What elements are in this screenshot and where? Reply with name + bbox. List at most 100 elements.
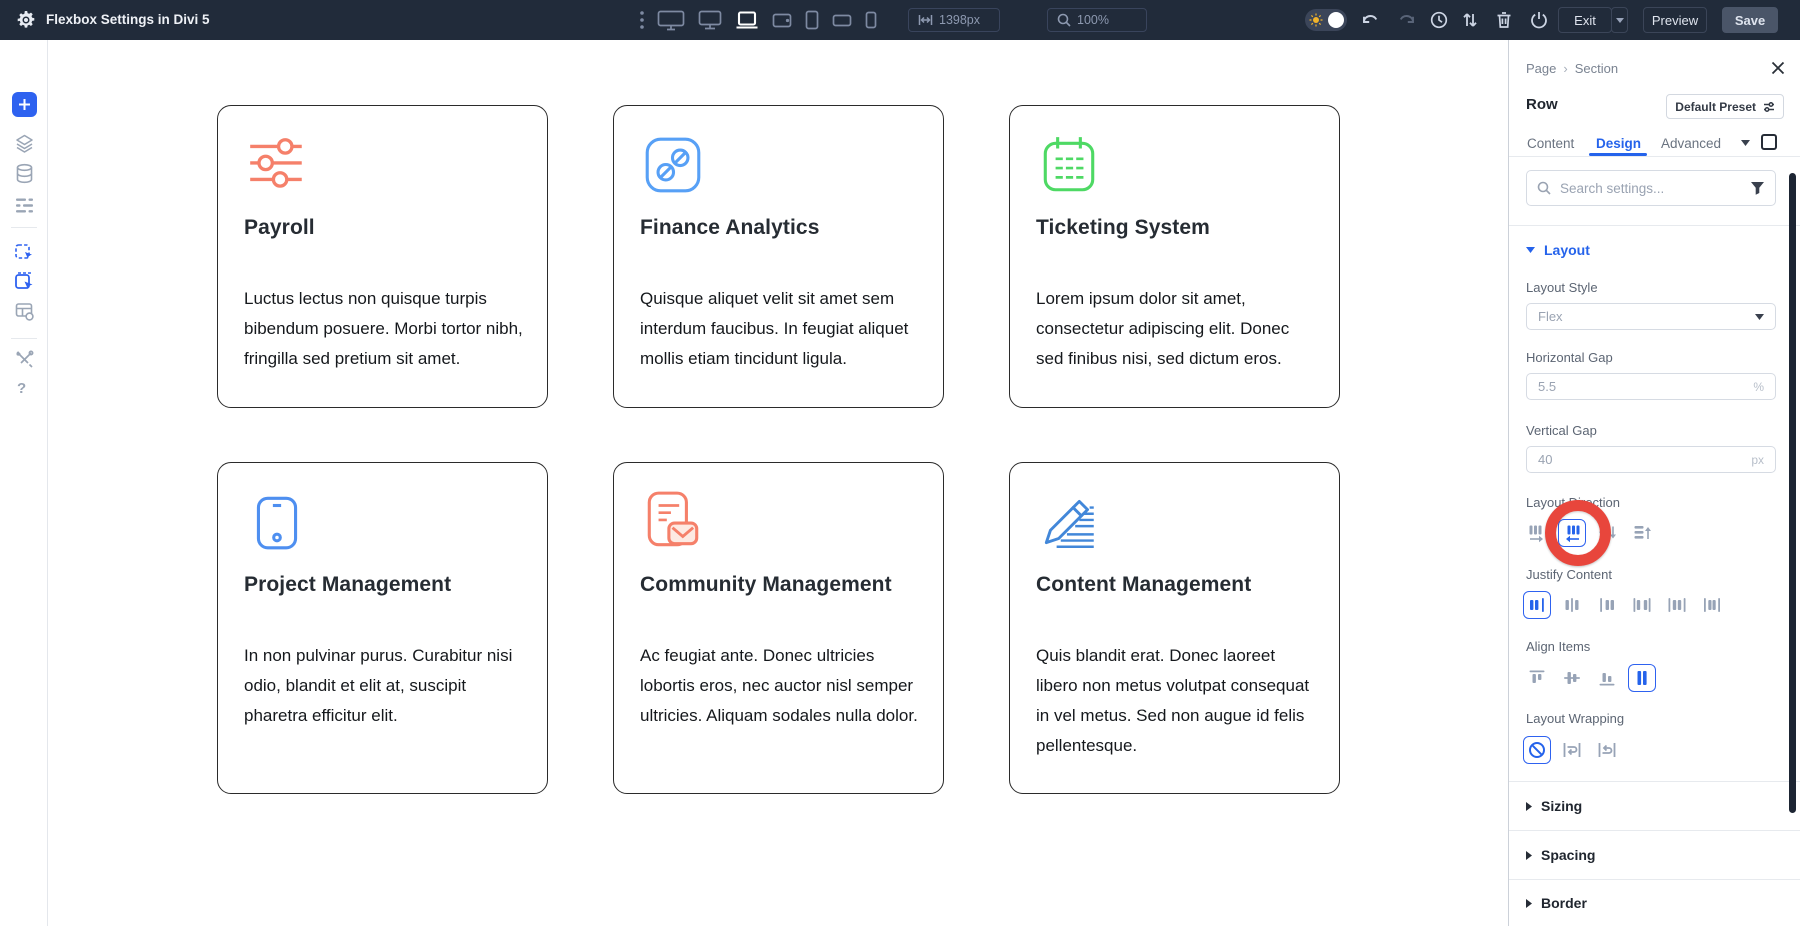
preview-button[interactable]: Preview xyxy=(1643,7,1707,33)
breadcrumb-section[interactable]: Section xyxy=(1575,61,1618,76)
tab-advanced[interactable]: Advanced xyxy=(1661,136,1721,151)
justify-flex-start-button[interactable] xyxy=(1523,591,1551,619)
save-button[interactable]: Save xyxy=(1722,7,1778,33)
align-center-button[interactable] xyxy=(1558,664,1586,692)
feature-card-ticketing-system[interactable]: Ticketing System Lorem ipsum dolor sit a… xyxy=(1009,105,1340,408)
breadcrumb-page[interactable]: Page xyxy=(1526,61,1556,76)
justify-space-around-button[interactable] xyxy=(1663,591,1691,619)
tab-content[interactable]: Content xyxy=(1527,136,1574,151)
divider xyxy=(1509,830,1800,831)
triangle-right-icon xyxy=(1526,899,1532,908)
trash-icon[interactable] xyxy=(1494,10,1514,30)
align-items-label: Align Items xyxy=(1526,639,1590,654)
undo-icon[interactable] xyxy=(1360,10,1380,30)
sizing-section-label: Sizing xyxy=(1541,798,1582,814)
layout-direction-options xyxy=(1523,519,1656,547)
element-title: Row xyxy=(1526,96,1558,113)
responsive-view-icon[interactable] xyxy=(1761,134,1777,150)
select-module-icon[interactable] xyxy=(14,241,35,262)
page-title: Flexbox Settings in Divi 5 xyxy=(46,0,210,40)
toggle-knob xyxy=(1328,12,1344,28)
canvas-width-input[interactable]: 1398px xyxy=(908,8,1000,32)
vertical-gap-value: 40 xyxy=(1538,452,1552,467)
zoom-control[interactable]: 100% xyxy=(1047,8,1147,32)
history-clock-icon[interactable] xyxy=(1429,10,1449,30)
horizontal-gap-value: 5.5 xyxy=(1538,379,1556,394)
device-desktop-xl-icon[interactable] xyxy=(657,9,685,31)
list-queue-icon[interactable] xyxy=(14,195,35,216)
search-input[interactable] xyxy=(1558,180,1743,197)
justify-center-button[interactable] xyxy=(1558,591,1586,619)
sort-arrows-icon[interactable] xyxy=(1460,10,1480,30)
select-row-icon[interactable] xyxy=(14,271,35,292)
layout-style-label: Layout Style xyxy=(1526,280,1598,295)
vertical-gap-input[interactable]: 40 px xyxy=(1526,446,1776,473)
feature-card-payroll[interactable]: Payroll Luctus lectus non quisque turpis… xyxy=(217,105,548,408)
layers-icon[interactable] xyxy=(14,133,35,154)
card-title: Ticketing System xyxy=(1036,216,1210,240)
wrap-button[interactable] xyxy=(1558,736,1586,764)
layout-section-label: Layout xyxy=(1544,242,1590,258)
direction-row-button[interactable] xyxy=(1523,519,1551,547)
filter-funnel-icon[interactable] xyxy=(1750,181,1765,195)
chevron-down-icon xyxy=(1616,18,1624,23)
justify-space-between-button[interactable] xyxy=(1628,591,1656,619)
tab-design[interactable]: Design xyxy=(1596,136,1641,151)
settings-gear-icon[interactable] xyxy=(16,10,36,30)
feature-card-project-management[interactable]: Project Management In non pulvinar purus… xyxy=(217,462,548,794)
device-tablet-landscape-icon[interactable] xyxy=(772,9,792,31)
triangle-right-icon xyxy=(1526,802,1532,811)
section-header-spacing[interactable]: Spacing xyxy=(1526,847,1595,863)
redo-icon[interactable] xyxy=(1397,10,1417,30)
section-header-border[interactable]: Border xyxy=(1526,895,1587,911)
exit-dropdown-button[interactable] xyxy=(1611,7,1628,33)
section-header-layout[interactable]: Layout xyxy=(1526,242,1590,258)
device-tablet-portrait-icon[interactable] xyxy=(805,9,819,31)
align-stretch-button[interactable] xyxy=(1628,664,1656,692)
horizontal-gap-input[interactable]: 5.5 % xyxy=(1526,373,1776,400)
link-icon xyxy=(640,132,706,198)
divider xyxy=(11,338,37,339)
default-preset-button[interactable]: Default Preset xyxy=(1666,94,1784,119)
device-phone-landscape-icon[interactable] xyxy=(832,9,852,31)
section-header-sizing[interactable]: Sizing xyxy=(1526,798,1582,814)
preset-sliders-icon xyxy=(1763,101,1775,113)
wrap-reverse-button[interactable] xyxy=(1593,736,1621,764)
feature-card-community-management[interactable]: Community Management Ac feugiat ante. Do… xyxy=(613,462,944,794)
device-phone-portrait-icon[interactable] xyxy=(865,9,877,31)
spacing-section-label: Spacing xyxy=(1541,847,1595,863)
add-element-button[interactable] xyxy=(12,92,37,117)
tabs-chevron-down-icon[interactable] xyxy=(1741,140,1750,146)
direction-column-button[interactable] xyxy=(1593,519,1621,547)
divider xyxy=(11,227,37,228)
layout-style-select[interactable]: Flex xyxy=(1526,303,1776,330)
justify-flex-end-button[interactable] xyxy=(1593,591,1621,619)
justify-space-evenly-button[interactable] xyxy=(1698,591,1726,619)
magnifier-icon xyxy=(1057,13,1071,27)
builder-mode-toggle[interactable] xyxy=(1305,9,1347,31)
phone-icon xyxy=(244,489,310,555)
card-title: Project Management xyxy=(244,573,451,597)
feature-card-content-management[interactable]: Content Management Quis blandit erat. Do… xyxy=(1009,462,1340,794)
layout-wrapping-options xyxy=(1523,736,1621,764)
database-icon[interactable] xyxy=(14,163,35,184)
direction-row-reverse-button[interactable] xyxy=(1558,519,1586,547)
card-body: Lorem ipsum dolor sit amet, consectetur … xyxy=(1036,284,1317,374)
wrap-none-button[interactable] xyxy=(1523,736,1551,764)
help-icon[interactable]: ? xyxy=(17,380,37,397)
align-flex-start-button[interactable] xyxy=(1523,664,1551,692)
close-icon[interactable] xyxy=(1770,60,1786,76)
direction-column-reverse-button[interactable] xyxy=(1628,519,1656,547)
panel-scrollbar[interactable] xyxy=(1789,173,1796,813)
device-laptop-icon[interactable] xyxy=(735,9,759,31)
portability-power-icon[interactable] xyxy=(1529,10,1549,30)
more-options-dots-icon[interactable] xyxy=(640,11,644,29)
align-flex-end-button[interactable] xyxy=(1593,664,1621,692)
feature-card-finance-analytics[interactable]: Finance Analytics Quisque aliquet velit … xyxy=(613,105,944,408)
justify-content-options xyxy=(1523,591,1726,619)
device-desktop-icon[interactable] xyxy=(698,9,722,31)
settings-search xyxy=(1526,170,1776,206)
exit-button[interactable]: Exit xyxy=(1558,7,1612,33)
table-layout-icon[interactable] xyxy=(14,301,35,322)
tools-icon[interactable] xyxy=(14,349,35,370)
